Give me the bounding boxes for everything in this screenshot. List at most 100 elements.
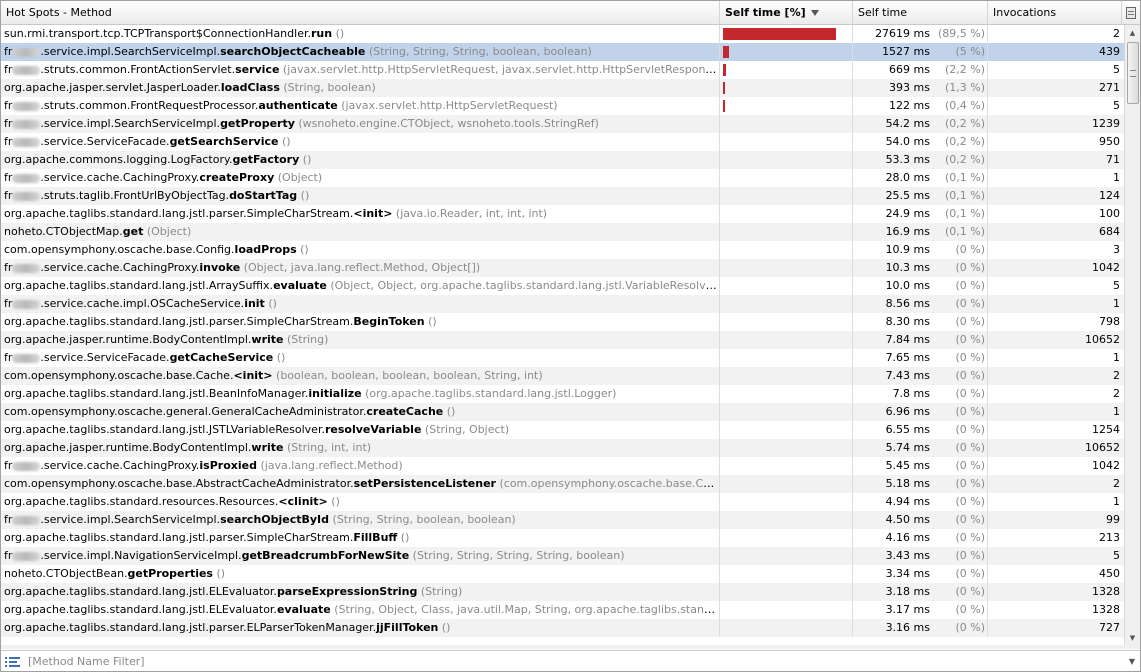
self-time-value: 10.9 ms — [885, 243, 930, 256]
method-cell: org.apache.taglibs.standard.lang.jstl.pa… — [1, 205, 720, 223]
self-time-value: 669 ms — [889, 63, 930, 76]
method-package: noheto.CTObjectBean. — [4, 567, 128, 580]
self-time-cell: 27619 ms (89,5 %) — [853, 25, 988, 43]
self-time-value: 25.5 ms — [885, 189, 930, 202]
method-params: () — [438, 621, 451, 634]
method-name: searchObjectCacheable — [220, 45, 366, 58]
column-header-method[interactable]: Hot Spots - Method — [1, 1, 720, 24]
table-row[interactable]: fr .struts.common.FrontRequestProcessor.a… — [1, 97, 1124, 115]
method-package: fr — [4, 45, 13, 58]
table-row[interactable]: noheto.CTObjectMap.get (Object) 16.9 ms (0… — [1, 223, 1124, 241]
hot-spots-table: sun.rmi.transport.tcp.TCPTransport$Conne… — [1, 25, 1124, 645]
filter-list-icon[interactable] — [4, 653, 22, 671]
filter-list-line — [9, 664, 20, 667]
self-time-bar-cell — [720, 169, 853, 187]
table-row[interactable]: org.apache.taglibs.standard.lang.jstl.pa… — [1, 529, 1124, 547]
table-row[interactable]: org.apache.taglibs.standard.lang.jstl.Be… — [1, 385, 1124, 403]
method-package: org.apache.taglibs.standard.lang.jstl.pa… — [4, 207, 354, 220]
table-row[interactable]: org.apache.taglibs.standard.lang.jstl.JS… — [1, 421, 1124, 439]
method-cell: fr .service.impl.SearchServiceImpl.search… — [1, 43, 720, 61]
method-class: .service.ServiceFacade. — [40, 135, 170, 148]
invocations-cell: 10652 — [1085, 333, 1120, 346]
table-row[interactable]: org.apache.taglibs.standard.resources.Re… — [1, 493, 1124, 511]
column-header-self-time-pct[interactable]: Self time [%] — [720, 1, 853, 24]
table-row[interactable]: fr .service.impl.SearchServiceImpl.search… — [1, 511, 1124, 529]
self-time-percent: (0 %) — [955, 351, 985, 364]
method-name: init — [244, 297, 265, 310]
self-time-bar-cell — [720, 421, 853, 439]
method-package: org.apache.taglibs.standard.lang.jstl.EL… — [4, 585, 277, 598]
filter-list-dot — [5, 664, 7, 667]
table-row[interactable]: com.opensymphony.oscache.base.Config.loa… — [1, 241, 1124, 259]
horizontal-scroll-track — [1, 645, 1140, 649]
filter-list-line — [9, 660, 17, 663]
column-header-invocations-label: Invocations — [993, 6, 1057, 19]
self-time-percent: (0 %) — [955, 333, 985, 346]
table-row[interactable]: fr .service.cache.impl.OSCacheService.ini… — [1, 295, 1124, 313]
table-row[interactable]: org.apache.jasper.servlet.JasperLoader.l… — [1, 79, 1124, 97]
method-name: get — [122, 225, 144, 238]
method-class: .service.impl.SearchServiceImpl. — [40, 117, 221, 130]
column-header-invocations[interactable]: Invocations — [988, 1, 1122, 24]
filter-dropdown-icon[interactable]: ▼ — [1124, 657, 1140, 666]
table-row[interactable]: org.apache.taglibs.standard.lang.jstl.Ar… — [1, 277, 1124, 295]
table-row[interactable]: sun.rmi.transport.tcp.TCPTransport$Conne… — [1, 25, 1124, 43]
method-cell: noheto.CTObjectBean.getProperties () — [1, 565, 720, 583]
method-name: run — [310, 27, 333, 40]
self-time-percent: (0 %) — [955, 441, 985, 454]
self-time-cell: 3.16 ms (0 %) — [853, 619, 988, 637]
table-row[interactable]: org.apache.taglibs.standard.lang.jstl.pa… — [1, 313, 1124, 331]
table-row[interactable]: org.apache.taglibs.standard.lang.jstl.pa… — [1, 619, 1124, 637]
method-package: fr — [4, 513, 13, 526]
self-time-value: 53.3 ms — [885, 153, 930, 166]
method-params: () — [297, 189, 310, 202]
table-row[interactable]: com.opensymphony.oscache.base.AbstractCa… — [1, 475, 1124, 493]
filter-list-dot — [5, 660, 7, 663]
table-row[interactable]: fr .service.impl.SearchServiceImpl.search… — [1, 43, 1124, 61]
table-row[interactable]: fr .service.cache.CachingProxy.createProx… — [1, 169, 1124, 187]
table-row[interactable]: noheto.CTObjectBean.getProperties () 3.34… — [1, 565, 1124, 583]
table-row[interactable]: com.opensymphony.oscache.base.Cache.<ini… — [1, 367, 1124, 385]
column-selector-button[interactable] — [1122, 1, 1140, 24]
table-row[interactable]: fr .service.cache.CachingProxy.invoke (Ob… — [1, 259, 1124, 277]
self-time-percent: (0,4 %) — [944, 99, 985, 112]
table-row[interactable]: org.apache.jasper.runtime.BodyContentImp… — [1, 439, 1124, 457]
self-time-bar — [723, 28, 836, 40]
table-row[interactable]: fr .struts.common.FrontActionServlet.serv… — [1, 61, 1124, 79]
method-package: noheto.CTObjectMap. — [4, 225, 123, 238]
invocations-cell: 450 — [1099, 567, 1120, 580]
method-package: fr — [4, 459, 13, 472]
self-time-bar — [723, 82, 725, 94]
table-row[interactable]: fr .service.impl.SearchServiceImpl.getPro… — [1, 115, 1124, 133]
table-row[interactable]: org.apache.taglibs.standard.lang.jstl.pa… — [1, 205, 1124, 223]
invocations-cell: 727 — [1099, 621, 1120, 634]
table-row[interactable]: fr .service.ServiceFacade.getCacheService… — [1, 349, 1124, 367]
scroll-up-button[interactable]: ▲ — [1125, 25, 1140, 40]
scroll-down-button[interactable]: ▼ — [1125, 630, 1140, 645]
self-time-percent: (0 %) — [955, 585, 985, 598]
invocations-cell: 2 — [1113, 27, 1120, 40]
self-time-cell: 54.0 ms (0,2 %) — [853, 133, 988, 151]
self-time-bar-cell — [720, 259, 853, 277]
self-time-cell: 7.84 ms (0 %) — [853, 331, 988, 349]
method-package: org.apache.taglibs.standard.lang.jstl.pa… — [4, 315, 354, 328]
table-row[interactable]: org.apache.taglibs.standard.lang.jstl.EL… — [1, 583, 1124, 601]
table-row[interactable]: org.apache.commons.logging.LogFactory.ge… — [1, 151, 1124, 169]
vertical-scrollbar[interactable]: ▲ ▼ — [1124, 25, 1140, 645]
table-row[interactable]: fr .service.cache.CachingProxy.isProxied … — [1, 457, 1124, 475]
table-row[interactable]: fr .service.impl.NavigationServiceImpl.ge… — [1, 547, 1124, 565]
method-params: () — [397, 531, 410, 544]
table-row[interactable]: fr .service.ServiceFacade.getSearchServic… — [1, 133, 1124, 151]
self-time-bar-cell — [720, 457, 853, 475]
table-row[interactable]: fr .struts.taglib.FrontUrlByObjectTag.doS… — [1, 187, 1124, 205]
scrollbar-thumb[interactable] — [1127, 42, 1139, 104]
table-row[interactable]: org.apache.jasper.runtime.BodyContentImp… — [1, 331, 1124, 349]
table-row[interactable]: org.apache.taglibs.standard.lang.jstl.EL… — [1, 601, 1124, 619]
self-time-percent: (0,1 %) — [944, 171, 985, 184]
method-package: org.apache.taglibs.standard.lang.jstl.EL… — [4, 603, 277, 616]
table-row[interactable]: com.opensymphony.oscache.general.General… — [1, 403, 1124, 421]
method-name-filter-input[interactable]: [Method Name Filter] — [28, 653, 1124, 671]
column-header-self-time[interactable]: Self time — [853, 1, 988, 24]
method-cell: fr .service.cache.CachingProxy.invoke (Ob… — [1, 259, 720, 277]
method-class: .service.impl.NavigationServiceImpl. — [40, 549, 242, 562]
